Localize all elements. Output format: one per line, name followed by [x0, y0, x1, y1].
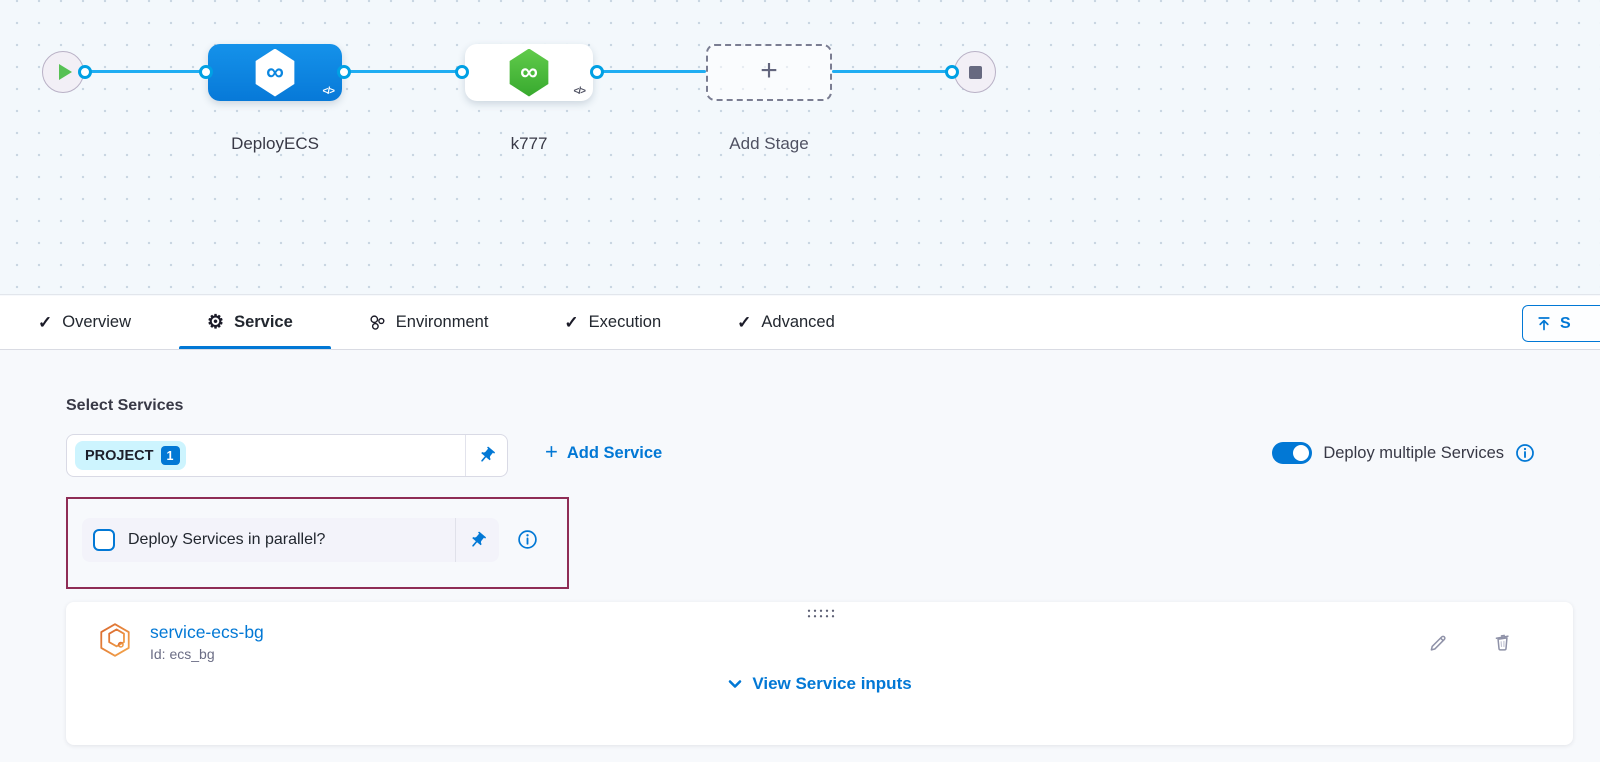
add-stage-button[interactable]: +: [706, 44, 832, 101]
stage-node-deployecs[interactable]: ∞ </>: [208, 44, 342, 101]
gear-icon: ⚙: [207, 313, 224, 332]
stage-config-tabbar: ✓ Overview ⚙ Service Environment ✓ Execu…: [0, 296, 1600, 350]
service-icon: [96, 621, 134, 659]
connector-port: [945, 65, 959, 79]
service-id-text: Id: ecs_bg: [150, 646, 264, 662]
annotation-highlight-box: Deploy Services in parallel?: [66, 497, 569, 589]
tab-advanced[interactable]: ✓ Advanced: [737, 296, 835, 349]
edit-service-button[interactable]: [1425, 629, 1451, 655]
trash-icon: [1492, 632, 1513, 653]
tab-environment[interactable]: Environment: [369, 296, 489, 349]
toggle-knob: [1293, 445, 1309, 461]
service-name-link[interactable]: service-ecs-bg: [150, 622, 264, 643]
pipeline-canvas: ∞ </> ∞ </> + DeployECS k777 Add Stage: [0, 0, 1600, 295]
pencil-icon: [1428, 632, 1449, 653]
deploy-parallel-field: Deploy Services in parallel?: [82, 518, 499, 562]
info-icon[interactable]: [1515, 443, 1535, 463]
delete-service-button[interactable]: [1489, 629, 1515, 655]
harness-cd-icon: ∞: [253, 49, 297, 97]
pin-icon: [468, 531, 487, 550]
selected-services-chip[interactable]: PROJECT 1: [75, 441, 186, 470]
view-service-inputs-button[interactable]: View Service inputs: [66, 674, 1573, 694]
stage-label-add-stage: Add Stage: [669, 134, 869, 154]
save-button[interactable]: S: [1522, 305, 1600, 342]
stage-label-k777: k777: [429, 134, 629, 154]
pin-runtime-input-button[interactable]: [465, 435, 507, 476]
select-services-input[interactable]: PROJECT 1: [66, 434, 508, 477]
plus-icon: +: [760, 56, 778, 86]
stage-node-k777[interactable]: ∞ </>: [465, 44, 593, 101]
play-icon: [59, 64, 72, 80]
pipeline-end-node: [954, 51, 996, 93]
connector-port: [78, 65, 92, 79]
check-icon: ✓: [737, 313, 751, 333]
tab-overview[interactable]: ✓ Overview: [38, 296, 131, 349]
deploy-multiple-toggle[interactable]: [1272, 442, 1312, 464]
edge-start-deployecs: [85, 70, 206, 73]
add-service-button[interactable]: + Add Service: [545, 443, 662, 463]
deploy-multiple-group: Deploy multiple Services: [1272, 442, 1535, 464]
service-card: service-ecs-bg Id: ecs_bg View Se: [66, 602, 1573, 745]
edge-deployecs-k777: [344, 70, 462, 73]
connector-port: [199, 65, 213, 79]
check-icon: ✓: [38, 313, 52, 333]
upload-icon: [1536, 316, 1552, 332]
code-badge-icon: </>: [574, 86, 585, 97]
deploy-parallel-label: Deploy Services in parallel?: [128, 531, 325, 549]
service-row: service-ecs-bg Id: ecs_bg: [96, 621, 264, 662]
pin-icon: [477, 446, 496, 465]
stage-label-deployecs: DeployECS: [175, 134, 375, 154]
code-badge-icon: </>: [323, 86, 334, 97]
harness-cd-icon: ∞: [507, 49, 551, 97]
pin-runtime-input-button[interactable]: [455, 518, 499, 562]
chip-scope-label: PROJECT: [85, 448, 154, 464]
service-tab-panel: Select Services PROJECT 1 + Add Service …: [0, 351, 1600, 762]
tab-execution[interactable]: ✓ Execution: [564, 296, 661, 349]
chevron-down-icon: [727, 676, 743, 692]
check-icon: ✓: [564, 313, 578, 333]
drag-handle-icon[interactable]: [805, 607, 835, 618]
connector-port: [590, 65, 604, 79]
deploy-multiple-label: Deploy multiple Services: [1323, 444, 1504, 463]
chip-count-badge: 1: [161, 446, 180, 465]
connector-port: [455, 65, 469, 79]
tab-service[interactable]: ⚙ Service: [207, 296, 293, 349]
environment-icon: [369, 314, 386, 331]
connector-port: [337, 65, 351, 79]
select-services-label: Select Services: [66, 397, 183, 415]
plus-icon: +: [545, 441, 558, 463]
deploy-parallel-checkbox[interactable]: [93, 529, 115, 551]
info-icon[interactable]: [517, 529, 538, 555]
edge-k777-addstage: [597, 70, 706, 73]
stop-icon: [969, 66, 982, 79]
edge-addstage-end: [832, 70, 952, 73]
